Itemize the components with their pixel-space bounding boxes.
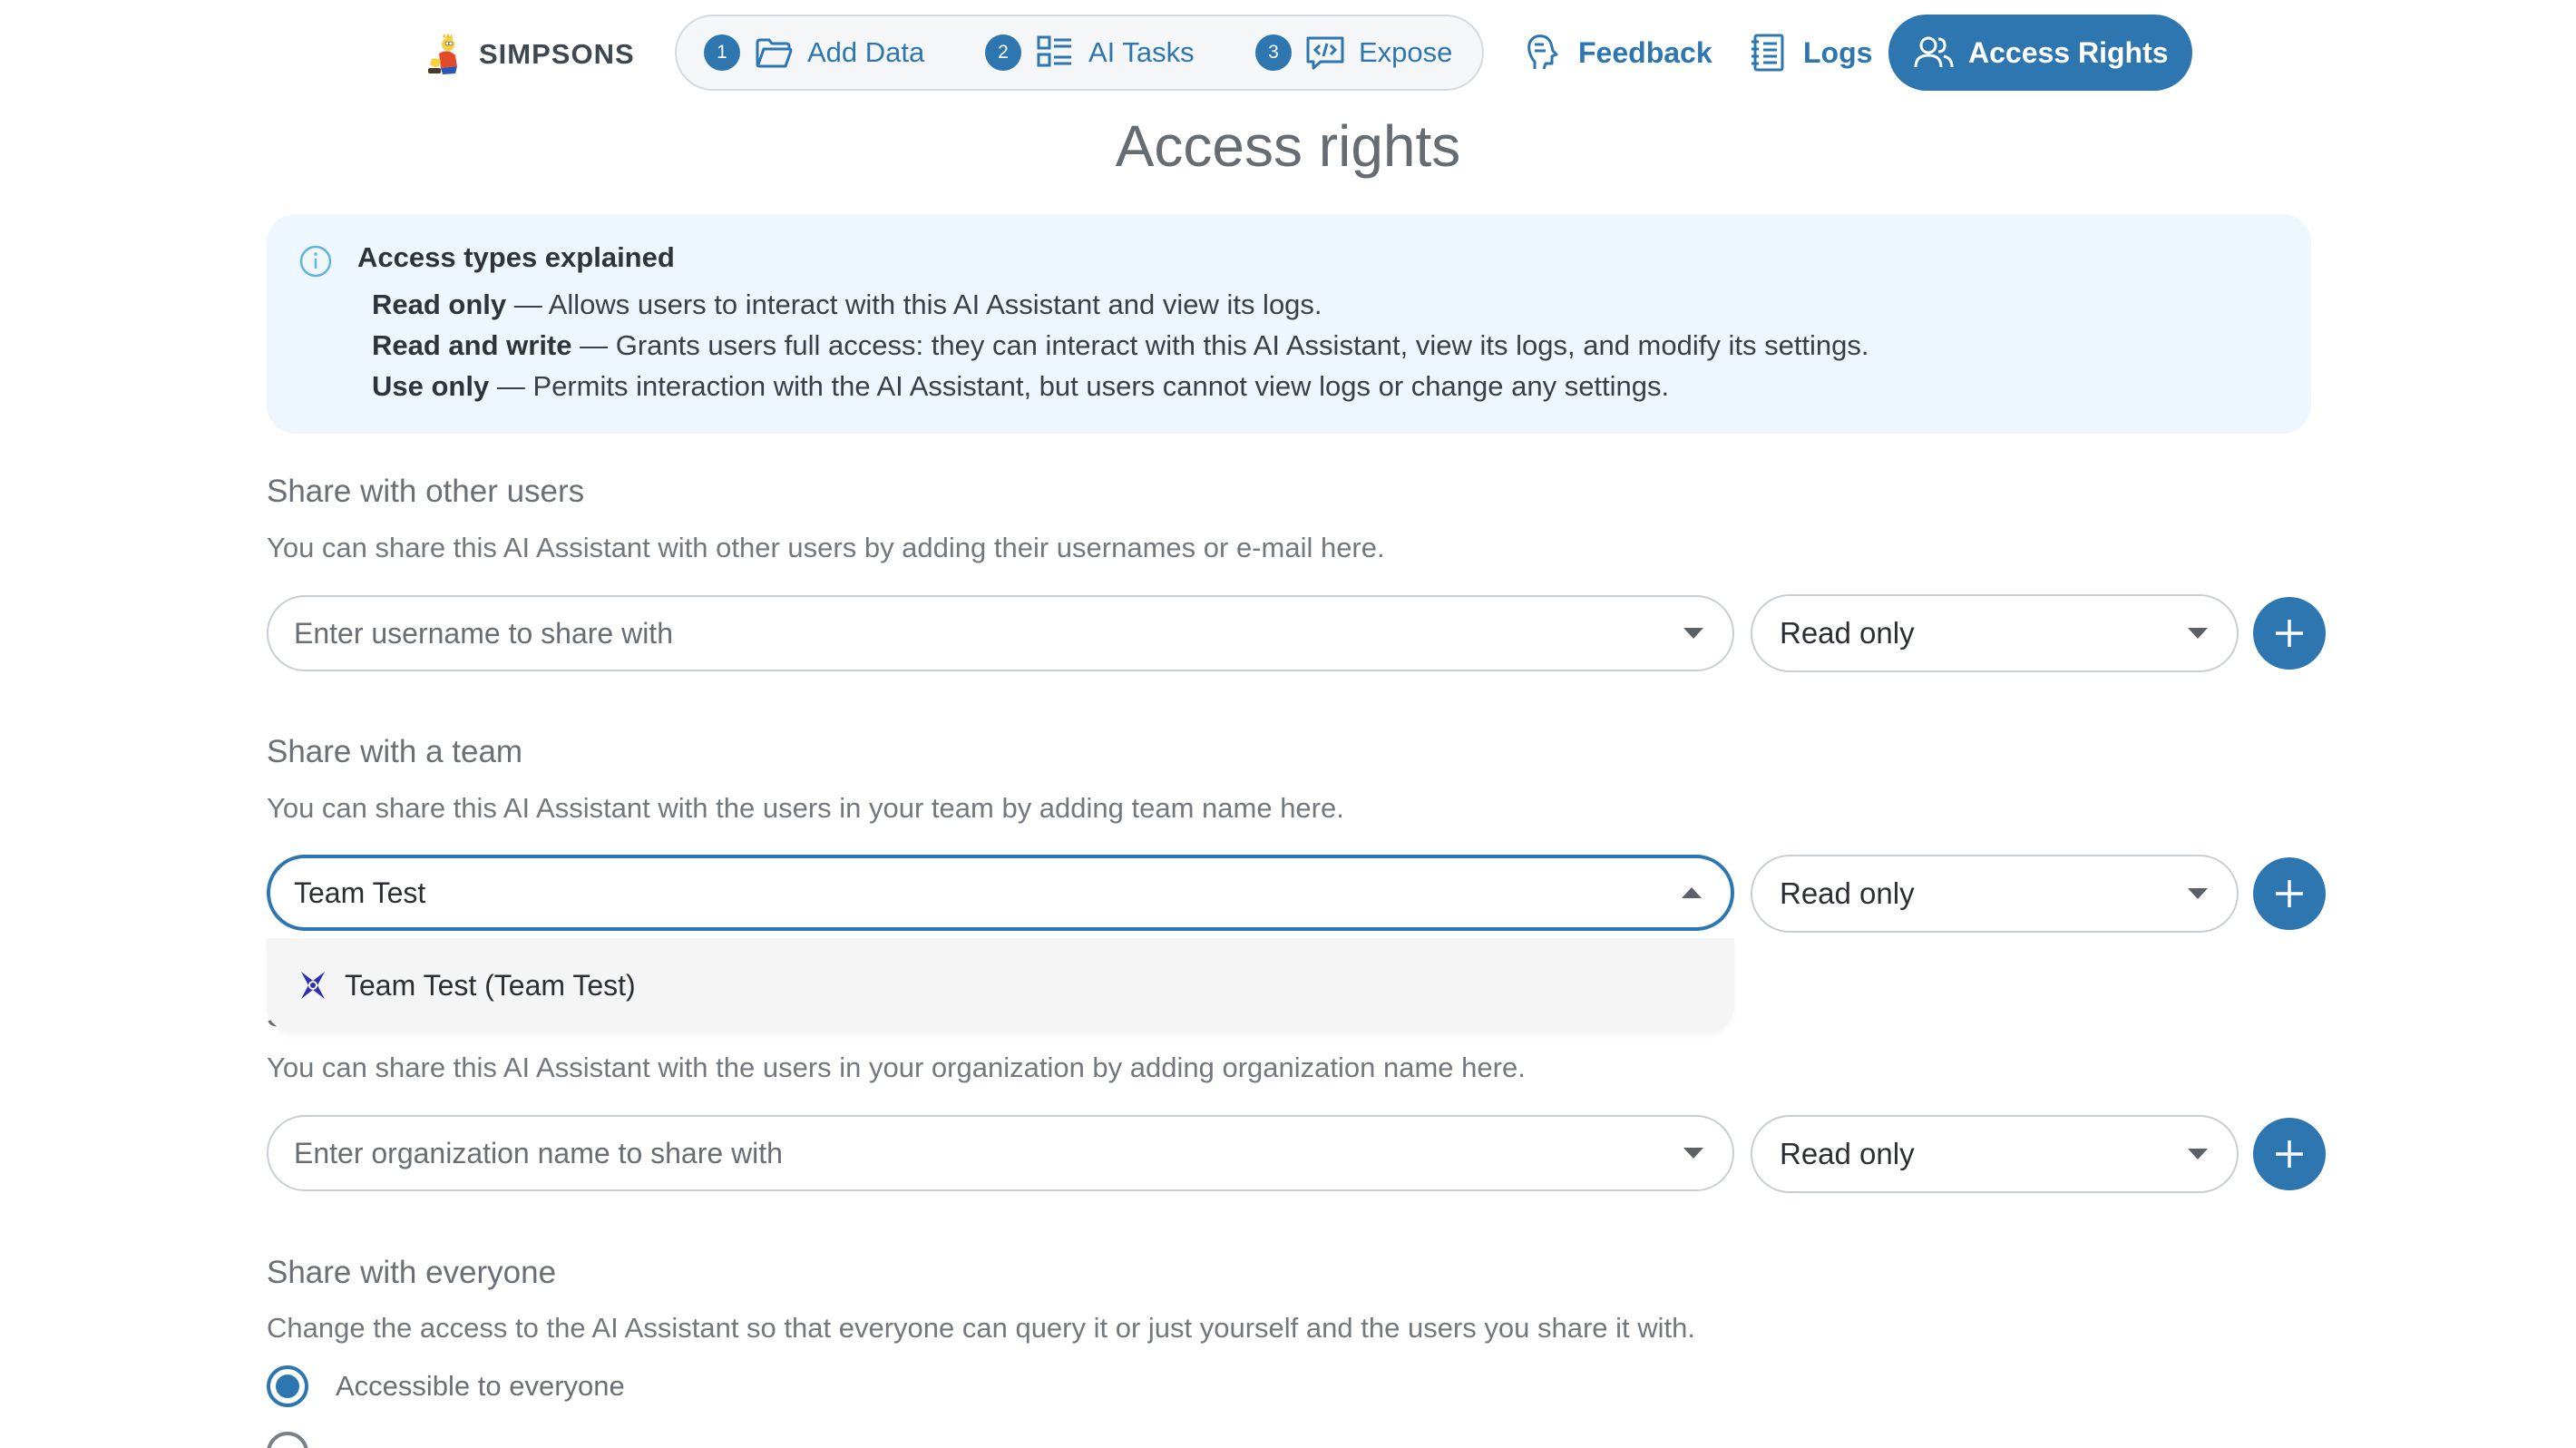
nav-logs[interactable]: Logs: [1747, 15, 1872, 91]
info-item-read-only: Read only — Allows users to interact wit…: [372, 289, 1322, 321]
radio-button-selected[interactable]: [267, 1365, 308, 1407]
page-title: Access rights: [1115, 113, 1461, 179]
chevron-down-icon[interactable]: [1683, 628, 1703, 639]
page: SIMPSONS 1 Add Data 2 AI Tasks 3 Expose …: [0, 0, 2576, 1448]
share-users-title: Share with other users: [267, 474, 585, 509]
username-placeholder: Enter username to share with: [294, 616, 673, 650]
team-avatar-icon: [301, 972, 325, 999]
chevron-down-icon: [2188, 888, 2208, 899]
brand[interactable]: SIMPSONS: [423, 31, 635, 78]
users-icon: [1914, 36, 1954, 68]
info-title: Access types explained: [357, 241, 675, 273]
step-number: 3: [1255, 34, 1292, 71]
organization-share-input[interactable]: Enter organization name to share with: [267, 1115, 1734, 1191]
nav-feedback-label: Feedback: [1578, 35, 1712, 69]
step-ai-tasks[interactable]: 2 AI Tasks: [985, 16, 1195, 89]
folder-icon: [756, 38, 793, 68]
plus-icon: [2276, 1140, 2303, 1168]
radio-button-unselected[interactable]: [267, 1432, 308, 1448]
step-expose[interactable]: 3 Expose: [1255, 16, 1452, 89]
chevron-down-icon: [2188, 1149, 2208, 1159]
username-share-input[interactable]: Enter username to share with: [267, 595, 1734, 671]
info-icon: [299, 245, 332, 278]
add-organization-button[interactable]: [2253, 1118, 2326, 1190]
team-dropdown-menu: Team Test (Team Test): [267, 938, 1734, 1032]
chevron-down-icon[interactable]: [1683, 1148, 1703, 1159]
chevron-up-icon[interactable]: [1682, 887, 1702, 898]
users-access-value: Read only: [1780, 616, 1915, 650]
add-user-button[interactable]: [2253, 597, 2326, 670]
dropdown-option-team-test[interactable]: Team Test (Team Test): [345, 969, 636, 1003]
share-team-title: Share with a team: [267, 734, 523, 769]
info-item-use-only: Use only — Permits interaction with the …: [372, 370, 1669, 403]
radio-second-option[interactable]: [267, 1432, 308, 1448]
access-types-info-panel: Access types explained Read only — Allow…: [267, 214, 2311, 434]
workflow-steps: 1 Add Data 2 AI Tasks 3 Expose: [675, 15, 1484, 91]
share-organization-description: You can share this AI Assistant with the…: [267, 1052, 1526, 1083]
team-share-input[interactable]: Team Test: [267, 855, 1734, 931]
step-label-expose: Expose: [1359, 36, 1453, 68]
team-access-select[interactable]: Read only: [1751, 855, 2239, 933]
nav-access-rights[interactable]: Access Rights: [1888, 15, 2192, 91]
team-input-value: Team Test: [294, 876, 426, 909]
users-access-select[interactable]: Read only: [1751, 594, 2239, 672]
share-team-description: You can share this AI Assistant with the…: [267, 792, 1344, 824]
step-label-add-data: Add Data: [807, 36, 925, 68]
step-number: 2: [985, 34, 1021, 71]
radio-dot: [276, 1375, 299, 1398]
info-term: Use only: [372, 370, 490, 402]
nav-access-rights-label: Access Rights: [1968, 35, 2169, 69]
step-label-ai-tasks: AI Tasks: [1088, 36, 1195, 68]
team-access-value: Read only: [1780, 876, 1915, 910]
plus-icon: [2276, 880, 2303, 907]
info-item-read-write: Read and write — Grants users full acces…: [372, 329, 1869, 362]
code-bubble-icon: [1306, 36, 1344, 70]
radio-label-everyone: Accessible to everyone: [336, 1370, 625, 1402]
info-term: Read and write: [372, 329, 572, 361]
organization-access-select[interactable]: Read only: [1751, 1115, 2239, 1193]
share-users-description: You can share this AI Assistant with oth…: [267, 532, 1385, 563]
info-term: Read only: [372, 289, 507, 320]
logs-notebook-icon: [1751, 34, 1784, 72]
nav-feedback[interactable]: Feedback: [1522, 15, 1712, 91]
top-navigation: SIMPSONS 1 Add Data 2 AI Tasks 3 Expose …: [0, 15, 2576, 94]
info-text: — Allows users to interact with this AI …: [506, 289, 1322, 320]
share-everyone-description: Change the access to the AI Assistant so…: [267, 1312, 1695, 1344]
feedback-icon: [1527, 34, 1558, 70]
nav-logs-label: Logs: [1803, 35, 1873, 69]
step-add-data[interactable]: 1 Add Data: [704, 16, 924, 89]
task-list-icon: [1037, 35, 1071, 67]
info-text: — Permits interaction with the AI Assist…: [489, 370, 1670, 402]
simpsons-character-logo-icon: [428, 33, 457, 74]
radio-accessible-to-everyone[interactable]: Accessible to everyone: [267, 1365, 625, 1407]
brand-name: SIMPSONS: [479, 38, 635, 70]
organization-access-value: Read only: [1780, 1137, 1915, 1170]
organization-placeholder: Enter organization name to share with: [294, 1136, 783, 1169]
step-number: 1: [704, 34, 740, 71]
plus-icon: [2276, 620, 2303, 647]
chevron-down-icon: [2188, 628, 2208, 639]
add-team-button[interactable]: [2253, 857, 2326, 930]
info-text: — Grants users full access: they can int…: [571, 329, 1869, 361]
share-everyone-title: Share with everyone: [267, 1255, 557, 1290]
